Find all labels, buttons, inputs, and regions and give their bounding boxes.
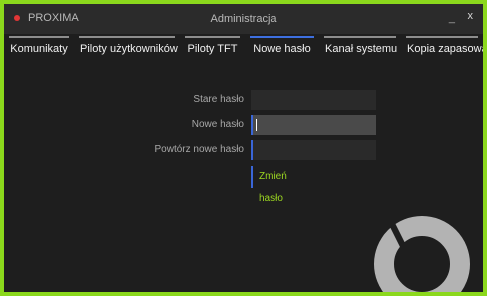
repeat-password-label: Powtórz nowe hasło (154, 144, 245, 155)
tab-label: Piloty TFT (187, 43, 238, 55)
text-caret (256, 119, 257, 131)
tab-label: Komunikaty (10, 43, 68, 55)
new-password-label: Nowe hasło (191, 119, 244, 130)
tab-indicator (9, 36, 69, 38)
tab-indicator (250, 36, 314, 38)
tab-indicator (79, 36, 175, 38)
tab-label: Kanał systemu (325, 43, 398, 55)
close-button[interactable]: x (468, 10, 474, 22)
new-password-field[interactable] (253, 115, 376, 135)
tab-label: Kopia zapasowa (407, 43, 487, 55)
tab-indicator (324, 36, 396, 38)
change-password-button[interactable]: Zmień hasło (251, 166, 287, 204)
tab-nowe-haslo[interactable]: Nowe hasło (245, 34, 319, 64)
tab-kanal-systemu[interactable]: Kanał systemu (319, 34, 401, 64)
app-window: PROXIMA Administracja _ x Komunikaty Pil… (0, 0, 487, 296)
tab-piloty-uzytkownikow[interactable]: Piloty użytkowników (74, 34, 180, 64)
title-bar: PROXIMA Administracja _ x (4, 4, 483, 34)
proxima-ring-logo-icon (374, 216, 470, 292)
old-password-label: Stare hasło (193, 94, 244, 105)
tab-piloty-tft[interactable]: Piloty TFT (180, 34, 245, 64)
tab-label: Piloty użytkowników (80, 43, 178, 55)
repeat-password-field-box (251, 140, 376, 160)
new-password-field-box (251, 115, 376, 135)
tab-indicator (406, 36, 478, 38)
tab-bar: Komunikaty Piloty użytkowników Piloty TF… (4, 34, 483, 64)
tab-komunikaty[interactable]: Komunikaty (4, 34, 74, 64)
tab-indicator (185, 36, 240, 38)
tab-kopia-zapasowa[interactable]: Kopia zapasowa (401, 34, 483, 64)
old-password-field[interactable] (253, 90, 376, 110)
window-title: Administracja (210, 13, 277, 25)
tab-label: Nowe hasło (253, 43, 311, 55)
old-password-field-box (251, 90, 376, 110)
minimize-button[interactable]: _ (449, 12, 455, 24)
repeat-password-field[interactable] (253, 140, 376, 160)
